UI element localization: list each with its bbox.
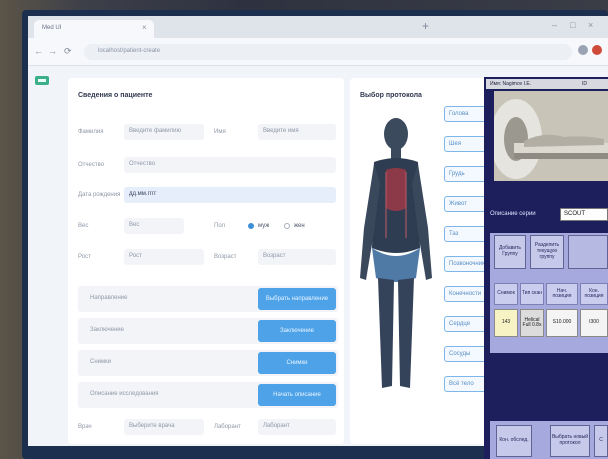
split-group-button[interactable]: Разделить текущую группу (530, 235, 564, 269)
address-bar: ← → ⟳ localhost/patient-create (28, 38, 608, 66)
patronymic-input[interactable]: Отчество (124, 157, 336, 173)
url-input[interactable]: localhost/patient-create (84, 44, 572, 60)
patient-info-panel: Сведения о пациенте Фамилия Введите фами… (68, 78, 344, 444)
minimize-icon[interactable]: – (552, 20, 557, 30)
tab-close-icon[interactable]: × (142, 23, 147, 32)
height-input[interactable]: Рост (124, 249, 204, 265)
gender-male-label: муж (258, 223, 270, 229)
close-window-icon[interactable]: × (588, 20, 593, 30)
birthdate-label: Дата рождения (78, 192, 121, 198)
referral-button[interactable]: Выбрать направление (258, 288, 336, 310)
conclusion-row: Заключение Заключение (78, 318, 338, 344)
panel-title: Сведения о пациенте (78, 92, 153, 99)
study-description-label: Описание исследования (90, 391, 159, 397)
gender-label: Пол (214, 223, 226, 229)
back-icon[interactable]: ← (34, 46, 43, 56)
series-start-position-cell[interactable]: S10.000 (546, 309, 578, 337)
add-group-button[interactable]: Добавить Группу (494, 235, 526, 269)
surname-label: Фамилия (78, 129, 104, 135)
age-input[interactable]: Возраст (258, 249, 336, 265)
col-header-image: Снимок (494, 283, 518, 305)
col-header-start-position: Нач. позиция (546, 283, 578, 305)
gender-female-radio[interactable] (284, 223, 290, 229)
patient-id-label: ID (582, 81, 587, 87)
select-protocol-button[interactable]: Выбрать новый протокол (550, 425, 590, 457)
surname-input[interactable]: Введите фамилию (124, 124, 204, 140)
browser-tab[interactable]: Med UI × (34, 20, 154, 38)
col-header-end-position: Кон. позиция (580, 283, 608, 305)
maximize-icon[interactable]: □ (570, 20, 575, 30)
name-input[interactable]: Введите имя (258, 124, 336, 140)
height-label: Рост (78, 254, 91, 260)
series-description-input[interactable]: SCOUT (560, 208, 608, 221)
url-text: localhost/patient-create (98, 48, 161, 54)
patronymic-label: Отчество (78, 162, 105, 168)
end-exam-button[interactable]: Кон. обслед. (496, 425, 532, 457)
lab-label: Лаборант (214, 424, 241, 430)
conclusion-label: Заключение (90, 327, 124, 333)
extra-action-button[interactable]: С (594, 425, 608, 457)
app-logo-icon (35, 76, 49, 85)
series-scan-type-cell[interactable]: Helical Full 0.8s (520, 309, 544, 337)
profile-icon[interactable] (592, 45, 602, 55)
age-label: Возраст (214, 254, 237, 260)
name-label: Имя (214, 129, 226, 135)
weight-input[interactable]: Вес (124, 218, 184, 234)
disabled-group-button (568, 235, 608, 269)
images-row: Снимки Снимки (78, 350, 338, 376)
birthdate-input[interactable]: дд.мм.гггг (124, 187, 336, 203)
extension-icon[interactable] (578, 45, 588, 55)
study-description-row: Описание исследования Начать описание (78, 382, 338, 408)
referral-label: Направление (90, 295, 128, 301)
protocol-title: Выбор протокола (360, 92, 422, 99)
tab-bar: Med UI × + – □ × (28, 16, 608, 38)
tab-title: Med UI (42, 25, 62, 31)
doctor-select[interactable]: Выберите врача (124, 419, 204, 435)
ct-scanner-image (494, 91, 608, 181)
col-header-scan-type: Тип скан (520, 283, 544, 305)
doctor-label: Врач (78, 424, 92, 430)
study-description-button[interactable]: Начать описание (258, 384, 336, 406)
lab-select[interactable]: Лаборант (258, 419, 336, 435)
scanner-console-window: Имя: Nagimov I.E. ID Описание серии SCOU… (484, 77, 608, 459)
forward-icon[interactable]: → (48, 46, 57, 56)
gender-male-radio[interactable] (248, 223, 254, 229)
new-tab-icon[interactable]: + (422, 19, 429, 33)
weight-label: Вес (78, 223, 89, 229)
series-description-label: Описание серии (490, 211, 536, 217)
conclusion-button[interactable]: Заключение (258, 320, 336, 342)
gender-female-label: жен (294, 223, 305, 229)
patient-name-label: Имя: Nagimov I.E. (490, 81, 532, 87)
reload-icon[interactable]: ⟳ (64, 46, 72, 57)
series-image-cell[interactable]: 143 (494, 309, 518, 337)
scanner-header: Имя: Nagimov I.E. ID (486, 79, 608, 89)
images-label: Снимки (90, 359, 112, 365)
referral-row: Направление Выбрать направление (78, 286, 338, 312)
images-button[interactable]: Снимки (258, 352, 336, 374)
human-body-icon[interactable] (356, 108, 436, 398)
series-end-position-cell[interactable]: I300 (580, 309, 608, 337)
